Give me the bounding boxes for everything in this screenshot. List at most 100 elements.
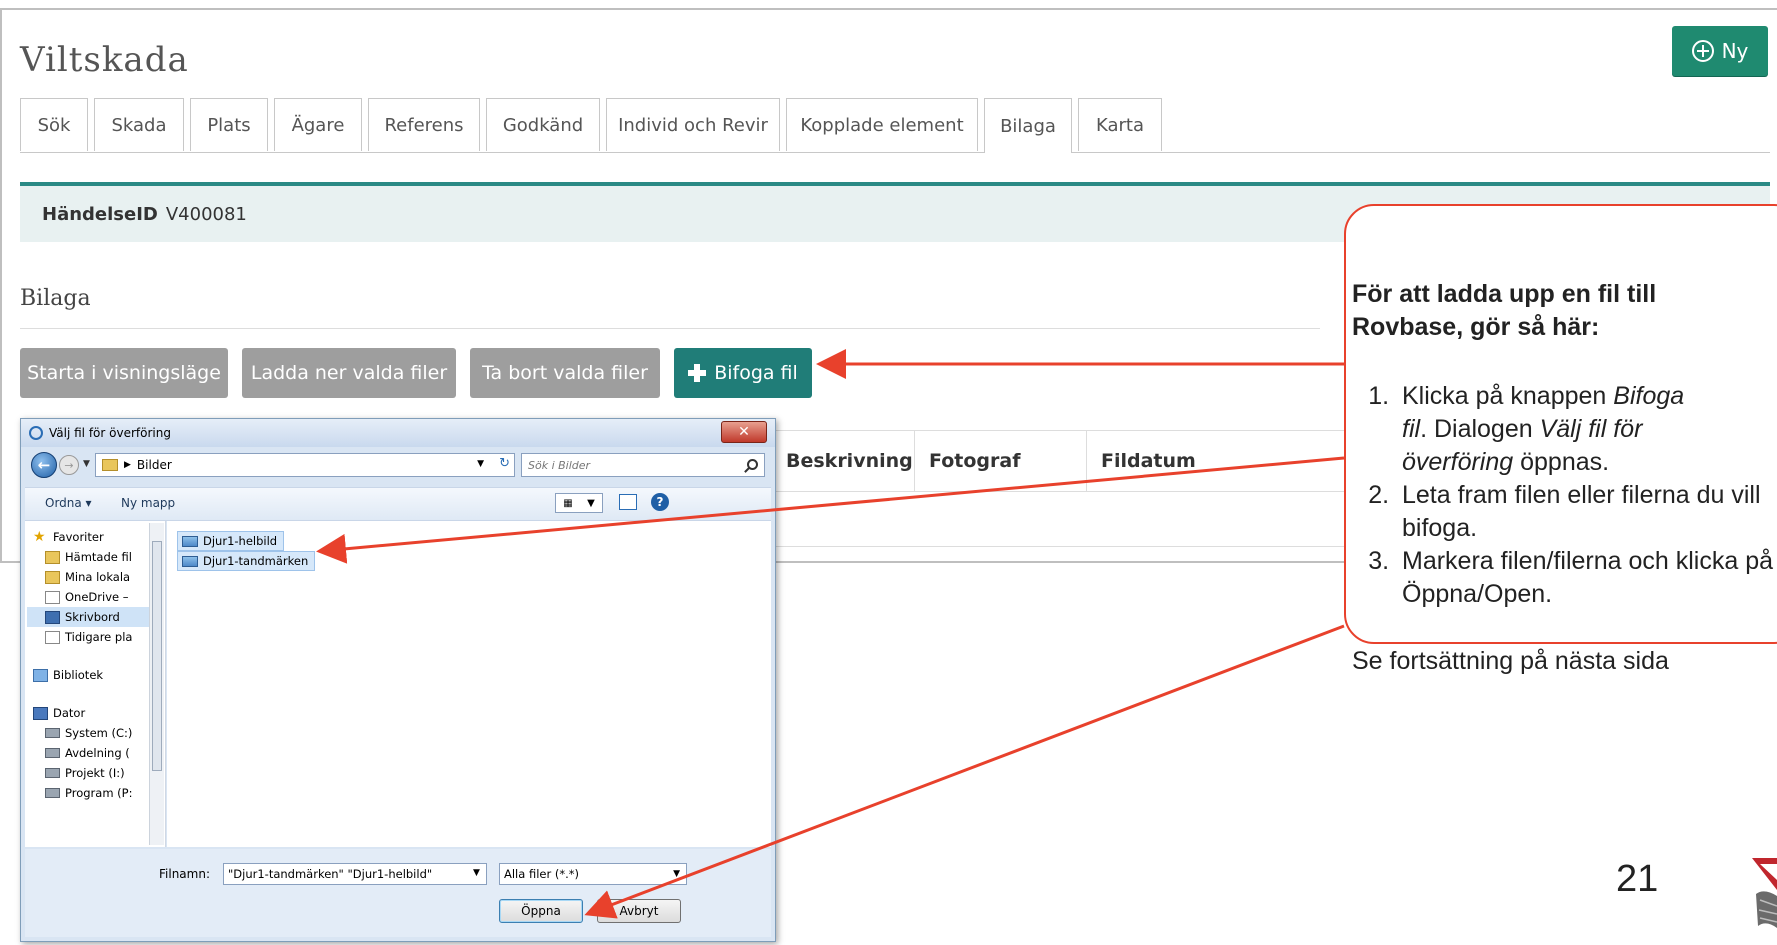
tab-karta[interactable]: Karta	[1078, 98, 1162, 151]
tab-kopplade-element[interactable]: Kopplade element	[786, 98, 978, 151]
tab-individ-och-revir[interactable]: Individ och Revir	[606, 98, 780, 151]
dialog-titlebar[interactable]: Välj fil för överföring ✕	[21, 419, 775, 447]
tab-godkand[interactable]: Godkänd	[486, 98, 600, 151]
nav-item-avdelning[interactable]: Avdelning (	[45, 743, 130, 763]
new-folder-button[interactable]: Ny mapp	[121, 496, 175, 510]
breadcrumb-bilder[interactable]: Bilder	[137, 458, 172, 472]
library-icon	[33, 668, 48, 682]
step-1: Klicka på knappen Bifogafil. Dialogen Vä…	[1396, 380, 1777, 479]
file-item[interactable]: Djur1-helbild	[177, 531, 285, 551]
column-fildatum[interactable]: Fildatum	[1086, 431, 1258, 491]
browser-icon	[29, 426, 43, 440]
section-title: Bilaga	[20, 286, 91, 311]
chevron-down-icon: ▼	[673, 869, 680, 879]
search-input[interactable]: Sök i Bilder	[521, 453, 765, 477]
nav-item-system-c[interactable]: System (C:)	[45, 723, 132, 743]
callout-heading-line2: Rovbase, gör så här:	[1352, 313, 1600, 341]
drive-icon	[45, 768, 60, 778]
back-icon[interactable]: ←	[31, 452, 57, 478]
dialog-footer: Filnamn: "Djur1-tandmärken" "Djur1-helbi…	[25, 849, 771, 937]
nav-item-tidigare-platser[interactable]: Tidigare pla	[45, 627, 132, 647]
nav-item-dator[interactable]: Dator	[33, 703, 85, 723]
history-dropdown-icon[interactable]: ▼	[83, 459, 90, 469]
close-button[interactable]: ✕	[721, 421, 767, 443]
filename-input[interactable]: "Djur1-tandmärken" "Djur1-helbild"	[223, 863, 487, 885]
column-beskrivning[interactable]: Beskrivning	[772, 431, 914, 491]
filetype-value: Alla filer (*.*)	[504, 867, 579, 881]
new-button[interactable]: Ny	[1672, 26, 1768, 76]
event-id-value: V400081	[165, 203, 247, 225]
open-button[interactable]: Öppna	[499, 899, 583, 923]
tab-agare[interactable]: Ägare	[274, 98, 362, 151]
refresh-icon[interactable]: ↻	[499, 456, 510, 471]
dialog-navbar: ← → ▼ ▶ Bilder ▼ ↻ Sök i Bilder	[25, 449, 771, 483]
section-divider	[20, 328, 1320, 329]
callout-heading-line1: För att ladda upp en fil till	[1352, 280, 1657, 308]
page-title: Viltskada	[20, 40, 189, 80]
nav-item-program-p[interactable]: Program (P:	[45, 783, 132, 803]
callout-footer: Se fortsättning på nästa sida	[1352, 647, 1669, 675]
add-icon	[1691, 40, 1714, 62]
preview-pane-icon[interactable]	[619, 494, 637, 510]
nav-scrollbar-thumb[interactable]	[152, 541, 162, 771]
address-bar[interactable]: ▶ Bilder ▼ ↻	[95, 453, 515, 477]
new-button-label: Ny	[1721, 39, 1749, 63]
navigation-pane: ★ Favoriter Hämtade fil Mina lokala OneDr…	[25, 521, 166, 847]
help-icon[interactable]: ?	[651, 493, 669, 511]
step-3: Markera filen/filerna och klicka på Öppn…	[1396, 545, 1777, 611]
star-icon: ★	[33, 528, 46, 545]
drive-icon	[45, 728, 60, 738]
search-icon[interactable]	[747, 459, 758, 470]
tab-bilaga[interactable]: Bilaga	[984, 98, 1072, 153]
delete-selected-button[interactable]: Ta bort valda filer	[470, 348, 660, 398]
desktop-icon	[45, 610, 60, 624]
download-selected-button[interactable]: Ladda ner valda filer	[242, 348, 456, 398]
tab-sok[interactable]: Sök	[20, 98, 88, 151]
nav-item-favoriter[interactable]: ★ Favoriter	[33, 527, 104, 547]
computer-icon	[33, 706, 48, 720]
cancel-button[interactable]: Avbryt	[597, 899, 681, 923]
folder-icon	[45, 570, 60, 584]
nav-scrollbar[interactable]	[149, 523, 164, 845]
tab-bar: Sök Skada Plats Ägare Referens Godkänd I…	[20, 98, 1770, 153]
column-fotograf[interactable]: Fotograf	[914, 431, 1086, 491]
nav-item-onedrive[interactable]: OneDrive –	[45, 587, 128, 607]
forward-icon[interactable]: →	[59, 455, 79, 475]
organize-menu[interactable]: Ordna ▾	[45, 496, 92, 510]
nav-item-skrivbord[interactable]: Skrivbord	[27, 607, 149, 627]
document-icon	[45, 590, 60, 604]
tab-plats[interactable]: Plats	[190, 98, 268, 151]
step-2: Leta fram filen eller filerna du vill bi…	[1396, 479, 1777, 545]
instruction-callout: För att ladda upp en fil till Rovbase, g…	[1344, 204, 1777, 675]
filename-dropdown-icon[interactable]: ▼	[473, 868, 480, 878]
file-item[interactable]: Djur1-tandmärken	[177, 551, 316, 571]
filetype-select[interactable]: Alla filer (*.*) ▼	[499, 863, 687, 885]
image-file-icon	[182, 555, 198, 567]
callout-heading: För att ladda upp en fil till Rovbase, g…	[1352, 278, 1777, 344]
tab-skada[interactable]: Skada	[94, 98, 184, 151]
nav-item-projekt-i[interactable]: Projekt (I:)	[45, 763, 125, 783]
folder-icon	[45, 550, 60, 564]
nav-item-hamtade-filer[interactable]: Hämtade fil	[45, 547, 132, 567]
event-id-label: HändelseID	[42, 203, 158, 225]
folder-icon	[102, 459, 118, 471]
breadcrumb-separator-icon: ▶	[124, 460, 131, 470]
filename-label: Filnamn:	[159, 867, 210, 881]
document-icon	[45, 630, 60, 644]
file-open-dialog: Välj fil för överföring ✕ ← → ▼ ▶ Bilder…	[20, 418, 776, 942]
dialog-title: Välj fil för överföring	[49, 426, 171, 440]
drive-icon	[45, 748, 60, 758]
tab-referens[interactable]: Referens	[368, 98, 480, 151]
dialog-toolbar: Ordna ▾ Ny mapp ▦ ▼ ?	[25, 487, 771, 521]
nav-item-bibliotek[interactable]: Bibliotek	[33, 665, 103, 685]
nav-item-mina-lokala[interactable]: Mina lokala	[45, 567, 130, 587]
image-file-icon	[182, 535, 198, 547]
view-options-icon[interactable]: ▦ ▼	[555, 493, 603, 513]
drive-icon	[45, 788, 60, 798]
address-dropdown-icon[interactable]: ▼	[477, 459, 484, 469]
attach-file-label: Bifoga fil	[714, 362, 798, 384]
instruction-steps: Klicka på knappen Bifogafil. Dialogen Vä…	[1352, 380, 1777, 611]
start-view-mode-button[interactable]: Starta i visningsläge	[20, 348, 228, 398]
logo-icon	[1752, 858, 1777, 928]
attach-file-button[interactable]: Bifoga fil	[674, 348, 812, 398]
